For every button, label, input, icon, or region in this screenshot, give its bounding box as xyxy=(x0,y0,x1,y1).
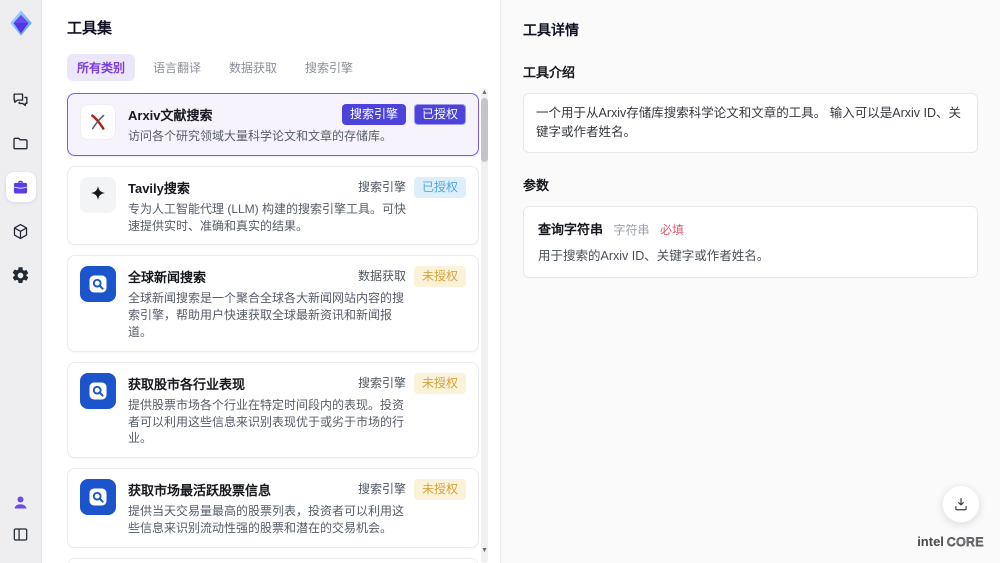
tool-badges: 数据获取 未授权 xyxy=(357,266,466,288)
tool-card[interactable]: Tavily搜索 专为人工智能代理 (LLM) 构建的搜索引擎工具。可快速提供实… xyxy=(67,165,479,246)
tool-icon xyxy=(80,266,116,303)
tool-card[interactable]: Arxiv文献搜索 访问各个研究领域大量科学论文和文章的存储库。 搜索引擎 已授… xyxy=(67,93,479,156)
tool-icon xyxy=(80,372,116,409)
tool-description: 提供当天交易量最高的股票列表，投资者可以利用这些信息来识别流动性强的股票和潜在的… xyxy=(128,504,405,535)
scroll-down-icon[interactable]: ▼ xyxy=(480,547,489,555)
scrollbar[interactable]: ▲ ▼ xyxy=(481,88,488,563)
auth-badge: 已授权 xyxy=(413,104,466,125)
tool-card[interactable]: 万维地区新闻查询 查询具体行政区划内的新闻，快速了解各地新闻动 搜索引擎 未授权 xyxy=(67,557,479,563)
sidebar-item-panel-toggle[interactable] xyxy=(8,521,34,547)
sidebar-item-chat[interactable] xyxy=(6,84,36,114)
param-type: 字符串 xyxy=(613,222,650,237)
app-window: 工具集 所有类别 语言翻译 数据获取 搜索引擎 Arxiv文献搜索 访问各个研究领域大… xyxy=(0,0,1000,563)
sidebar-bottom xyxy=(8,489,34,547)
param-description: 用于搜索的Arxiv ID、关键字或作者姓名。 xyxy=(538,248,770,263)
chat-icon xyxy=(11,90,30,109)
cube-icon xyxy=(11,222,30,241)
intro-text: 一个用于从Arxiv存储库搜索科学论文和文章的工具。 输入可以是Arxiv ID… xyxy=(536,106,962,139)
scroll-up-icon[interactable]: ▲ xyxy=(480,89,489,97)
panel-icon xyxy=(11,525,30,544)
intro-box: 一个用于从Arxiv存储库搜索科学论文和文章的工具。 输入可以是Arxiv ID… xyxy=(523,93,978,153)
tools-panel: 工具集 所有类别 语言翻译 数据获取 搜索引擎 Arxiv文献搜索 访问各个研究领域大… xyxy=(42,0,500,563)
tab-0[interactable]: 所有类别 xyxy=(67,54,136,81)
page-title: 工具集 xyxy=(67,20,113,37)
search-logo-icon xyxy=(89,275,107,293)
intel-wordmark: intel xyxy=(917,534,944,549)
download-button[interactable] xyxy=(942,485,980,523)
tab-1[interactable]: 语言翻译 xyxy=(143,54,211,81)
tool-card[interactable]: 获取市场最活跃股票信息 提供当天交易量最高的股票列表，投资者可以利用这些信息来识… xyxy=(67,468,479,548)
category-badge: 搜索引擎 xyxy=(357,375,406,390)
folder-icon xyxy=(11,134,30,153)
params-heading: 参数 xyxy=(523,177,550,193)
param-name: 查询字符串 xyxy=(538,221,604,237)
core-wordmark: CORE xyxy=(946,535,984,550)
sidebar-item-files[interactable] xyxy=(6,128,36,158)
tool-icon xyxy=(80,479,116,516)
tool-card[interactable]: 获取股市各行业表现 提供股票市场各个行业在特定时间段内的表现。投资者可以利用这些… xyxy=(67,361,479,459)
param-card: 查询字符串 字符串 必填 用于搜索的Arxiv ID、关键字或作者姓名。 xyxy=(523,205,978,278)
auth-badge: 未授权 xyxy=(413,372,466,394)
tool-badges: 搜索引擎 未授权 xyxy=(358,479,466,500)
sidebar xyxy=(0,0,42,563)
tool-icon xyxy=(80,104,116,140)
briefcase-icon xyxy=(11,178,30,197)
category-badge: 搜索引擎 xyxy=(357,179,406,194)
tool-badges: 搜索引擎 未授权 xyxy=(357,372,466,394)
sidebar-item-settings[interactable] xyxy=(6,260,36,290)
category-badge: 数据获取 xyxy=(357,269,406,284)
tool-description: 提供股票市场各个行业在特定时间段内的表现。投资者可以利用这些信息来识别表现优于或… xyxy=(128,397,405,446)
intro-heading: 工具介绍 xyxy=(523,65,576,80)
sidebar-item-packages[interactable] xyxy=(6,216,36,246)
sidebar-item-toolbox[interactable] xyxy=(5,172,36,202)
tab-3[interactable]: 搜索引擎 xyxy=(295,54,363,81)
download-icon xyxy=(952,495,970,513)
tab-2[interactable]: 数据获取 xyxy=(219,54,287,81)
search-logo-icon xyxy=(89,382,107,400)
tool-list: Arxiv文献搜索 访问各个研究领域大量科学论文和文章的存储库。 搜索引擎 已授… xyxy=(67,93,479,563)
tool-icon xyxy=(80,176,116,213)
category-badge: 搜索引擎 xyxy=(357,482,406,497)
tool-description: 专为人工智能代理 (LLM) 构建的搜索引擎工具。可快速提供实时、准确和真实的结… xyxy=(128,201,407,233)
tool-card[interactable]: 全球新闻搜索 全球新闻搜索是一个聚合全球各大新闻网站内容的搜索引擎，帮助用户快速… xyxy=(67,255,479,352)
search-logo-icon xyxy=(89,488,107,506)
param-required-badge: 必填 xyxy=(659,222,684,237)
intel-core-logo: intel CORE xyxy=(917,533,984,551)
tool-badges: 搜索引擎 已授权 xyxy=(357,176,466,198)
detail-title: 工具详情 xyxy=(523,22,579,38)
param-header: 查询字符串 字符串 必填 xyxy=(538,219,963,239)
auth-badge: 未授权 xyxy=(413,479,466,500)
tool-detail-panel: 工具详情 工具介绍 一个用于从Arxiv存储库搜索科学论文和文章的工具。 输入可… xyxy=(500,0,1000,563)
arxiv-logo-icon xyxy=(91,114,105,130)
sidebar-item-user[interactable] xyxy=(8,489,34,515)
auth-badge: 已授权 xyxy=(413,176,466,198)
user-icon xyxy=(11,493,30,512)
tool-description: 访问各个研究领域大量科学论文和文章的存储库。 xyxy=(128,129,393,143)
auth-badge: 未授权 xyxy=(413,266,466,288)
category-badge: 搜索引擎 xyxy=(341,104,406,125)
sparkle-icon xyxy=(91,185,105,200)
tool-badges: 搜索引擎 已授权 xyxy=(341,104,466,125)
category-tabs: 所有类别 语言翻译 数据获取 搜索引擎 xyxy=(67,54,500,81)
scrollbar-thumb[interactable] xyxy=(481,98,488,162)
tool-description: 全球新闻搜索是一个聚合全球各大新闻网站内容的搜索引擎，帮助用户快速获取全球最新资… xyxy=(128,291,405,339)
gem-logo-icon xyxy=(9,10,32,36)
gear-icon xyxy=(11,266,30,285)
sidebar-nav xyxy=(5,84,36,290)
app-logo xyxy=(6,8,36,38)
